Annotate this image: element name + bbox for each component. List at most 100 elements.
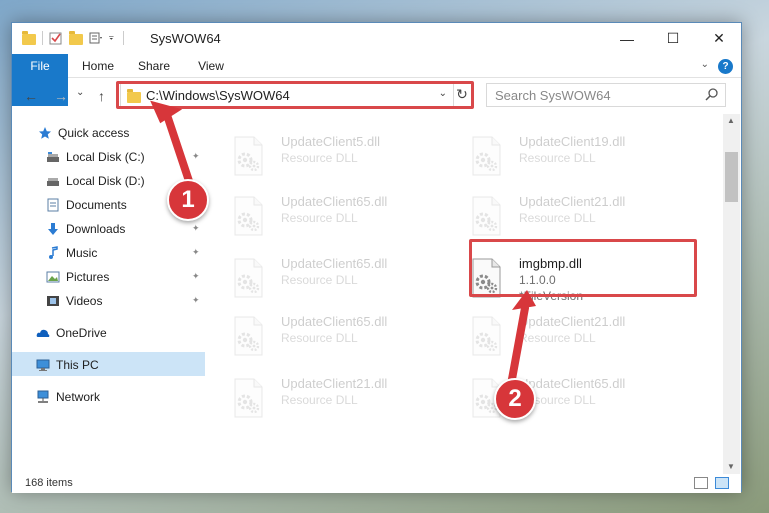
network-icon — [37, 390, 49, 403]
music-icon — [49, 246, 58, 259]
dll-file-icon — [234, 196, 263, 236]
file-description: Resource DLL — [519, 331, 596, 345]
pin-icon[interactable]: ✦ — [192, 271, 200, 282]
help-button[interactable]: ? — [718, 59, 733, 74]
new-folder-icon[interactable] — [69, 30, 83, 45]
drive-icon — [47, 178, 59, 186]
file-description: Resource DLL — [281, 393, 358, 407]
status-bar: 168 items — [12, 474, 741, 493]
dll-file-icon — [472, 316, 501, 356]
sidebar-item-videos[interactable]: Videos — [46, 290, 206, 312]
sidebar-item-local-disk-c[interactable]: Local Disk (C:) — [46, 146, 206, 168]
file-name: UpdateClient21.dll — [519, 314, 626, 329]
toolbar-dropdown-icon[interactable] — [109, 31, 117, 45]
back-button[interactable]: ← — [24, 88, 38, 104]
navigation-bar: ← → ⌄ ↑ C:\Windows\SysWOW64 ⌄ ↻ Search S… — [12, 78, 741, 114]
file-name: UpdateClient21.dll — [519, 194, 626, 209]
file-item[interactable]: UpdateClient19.dll Resource DLL — [447, 130, 677, 182]
sidebar-item-label: Local Disk (C:) — [66, 150, 145, 164]
pin-icon[interactable]: ✦ — [192, 151, 200, 162]
sidebar-item-onedrive[interactable]: OneDrive — [36, 322, 196, 344]
file-item[interactable]: UpdateClient65.dll Resource DLL — [209, 190, 439, 242]
vertical-scrollbar[interactable]: ▲ ▼ — [723, 114, 740, 474]
file-description: Resource DLL — [519, 211, 596, 225]
file-description: Resource DLL — [281, 273, 358, 287]
title-bar: SysWOW64 — ☐ ✕ — [12, 23, 741, 54]
toolbar-separator — [42, 31, 43, 45]
documents-icon — [47, 198, 59, 212]
item-count: 168 items — [25, 477, 73, 489]
sidebar-item-label: Local Disk (D:) — [66, 174, 145, 188]
sidebar-item-label: Documents — [66, 198, 127, 212]
onedrive-icon — [36, 329, 50, 337]
tab-share[interactable]: Share — [128, 54, 180, 78]
close-button[interactable]: ✕ — [696, 23, 742, 54]
dll-file-icon — [472, 136, 501, 176]
pin-icon[interactable]: ✦ — [192, 247, 200, 258]
file-item[interactable]: UpdateClient21.dll Resource DLL — [209, 372, 439, 424]
refresh-button[interactable]: ↻ — [452, 86, 472, 106]
sidebar-item-this-pc[interactable]: This PC — [36, 354, 196, 376]
computer-icon — [36, 359, 50, 371]
file-name: UpdateClient65.dll — [281, 194, 388, 209]
expand-ribbon-icon[interactable]: ⌄ — [701, 59, 709, 70]
file-description: Resource DLL — [281, 151, 358, 165]
dll-file-icon — [234, 378, 263, 418]
navigation-pane: Quick access Local Disk (C:) Local Disk … — [12, 114, 208, 474]
file-name: UpdateClient65.dll — [519, 376, 626, 391]
tab-view[interactable]: View — [186, 54, 236, 78]
tab-home[interactable]: Home — [72, 54, 124, 78]
step-2-badge: 2 — [494, 378, 536, 420]
toolbar-separator — [123, 31, 124, 45]
file-item[interactable]: UpdateClient65.dll Resource DLL — [209, 310, 439, 362]
sidebar-item-label: Network — [56, 390, 101, 404]
sidebar-item-label: Videos — [66, 294, 103, 308]
up-button[interactable]: ↑ — [98, 88, 105, 104]
pictures-icon — [46, 271, 60, 283]
scrollbar-thumb[interactable] — [725, 152, 738, 202]
sidebar-item-label: Music — [66, 246, 98, 260]
pin-icon[interactable]: ✦ — [192, 223, 200, 234]
customize-toolbar-icon[interactable] — [89, 31, 103, 45]
file-item[interactable]: UpdateClient21.dll Resource DLL — [447, 190, 677, 242]
file-name: UpdateClient21.dll — [281, 376, 388, 391]
file-item[interactable]: UpdateClient65.dll Resource DLL — [447, 372, 677, 424]
search-box[interactable]: Search SysWOW64 — [486, 83, 726, 107]
scroll-down-icon[interactable]: ▼ — [727, 462, 735, 471]
properties-icon[interactable] — [49, 31, 63, 45]
file-name: UpdateClient19.dll — [519, 134, 626, 149]
search-icon[interactable] — [705, 87, 719, 101]
file-item[interactable]: UpdateClient21.dll Resource DLL — [447, 310, 677, 362]
minimize-button[interactable]: — — [604, 23, 650, 54]
recent-locations-button[interactable]: ⌄ — [76, 87, 84, 98]
dll-file-icon — [234, 258, 263, 298]
maximize-button[interactable]: ☐ — [650, 23, 696, 54]
sidebar-item-label: Quick access — [58, 126, 130, 140]
window-title: SysWOW64 — [150, 31, 221, 46]
large-icons-view-icon[interactable] — [715, 477, 729, 489]
dll-file-icon — [234, 136, 263, 176]
quick-access-toolbar — [22, 30, 124, 45]
sidebar-item-network[interactable]: Network — [36, 386, 196, 408]
file-item[interactable]: UpdateClient5.dll Resource DLL — [209, 130, 439, 182]
file-description: Resource DLL — [519, 151, 596, 165]
dll-file-icon — [472, 196, 501, 236]
pin-icon[interactable]: ✦ — [192, 295, 200, 306]
file-item[interactable]: UpdateClient65.dll Resource DLL — [209, 252, 439, 304]
file-description: Resource DLL — [281, 211, 358, 225]
search-placeholder: Search SysWOW64 — [495, 88, 611, 103]
details-view-icon[interactable] — [694, 477, 708, 489]
sidebar-item-music[interactable]: Music — [46, 242, 206, 264]
sidebar-item-label: Downloads — [66, 222, 126, 236]
scroll-up-icon[interactable]: ▲ — [727, 116, 735, 125]
sidebar-item-label: This PC — [56, 358, 99, 372]
sidebar-item-pictures[interactable]: Pictures — [46, 266, 206, 288]
sidebar-item-quick-access[interactable]: Quick access — [38, 122, 198, 144]
sidebar-item-downloads[interactable]: Downloads — [46, 218, 206, 240]
step-1-badge: 1 — [167, 179, 209, 221]
file-explorer-window: SysWOW64 — ☐ ✕ File Home Share View ⌄ ? … — [11, 22, 742, 493]
forward-button[interactable]: → — [54, 88, 68, 104]
downloads-icon — [48, 223, 58, 235]
ribbon-tabs: File Home Share View ⌄ ? — [12, 54, 741, 106]
drive-icon — [47, 152, 59, 162]
